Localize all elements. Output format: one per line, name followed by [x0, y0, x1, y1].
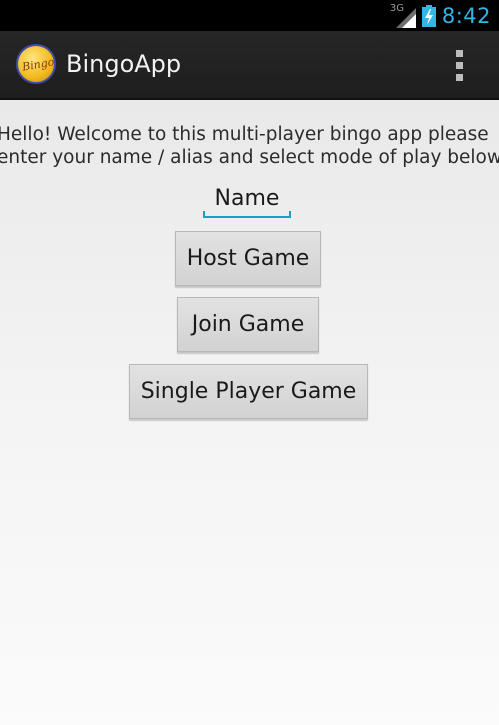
- signal-icon: [395, 7, 416, 28]
- overflow-menu-icon[interactable]: [447, 47, 471, 83]
- status-bar: 3G 8:42: [0, 0, 499, 31]
- action-bar: Bingo BingoApp: [0, 31, 499, 100]
- menu-dot: [455, 49, 463, 57]
- name-input[interactable]: [203, 182, 291, 214]
- menu-dot: [455, 73, 463, 81]
- name-field[interactable]: [203, 182, 291, 218]
- clock: 8:42: [441, 3, 491, 28]
- welcome-message: Hello! Welcome to this multi-player bing…: [0, 123, 499, 169]
- battery-charging-icon: [421, 4, 436, 27]
- host-game-button[interactable]: Host Game: [175, 231, 321, 286]
- name-input-underline: [203, 211, 291, 218]
- main-content: Hello! Welcome to this multi-player bing…: [0, 100, 499, 725]
- app-title: BingoApp: [66, 50, 182, 78]
- menu-dot: [455, 61, 463, 69]
- logo-text: Bingo: [21, 55, 56, 74]
- welcome-line-1: Hello! Welcome to this multi-player bing…: [0, 124, 489, 145]
- single-player-game-button[interactable]: Single Player Game: [129, 364, 368, 419]
- join-game-button[interactable]: Join Game: [177, 297, 319, 352]
- app-logo-icon[interactable]: Bingo: [16, 44, 56, 84]
- welcome-line-2: enter your name / alias and select mode …: [0, 147, 499, 168]
- status-icons: 3G 8:42: [390, 0, 491, 31]
- signal-indicator: 3G: [390, 3, 416, 28]
